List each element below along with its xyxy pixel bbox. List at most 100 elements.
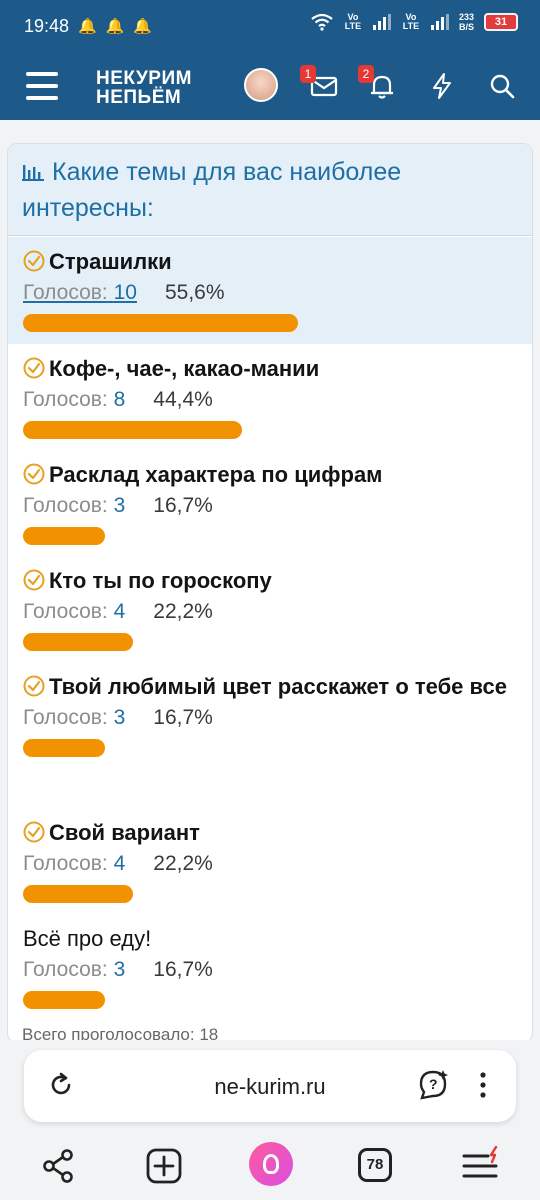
poll-option[interactable]: Кофе-, чае-, какао-мании Голосов: 8 44,4%: [8, 344, 532, 450]
notifications-button[interactable]: 2: [358, 65, 398, 102]
votes-count: 3: [113, 706, 126, 729]
poll-option-bar: [23, 633, 133, 651]
poll-option-bar: [23, 314, 298, 332]
tabs-button[interactable]: 78: [356, 1146, 396, 1186]
network-label-2: Vo LTE: [402, 12, 420, 31]
signal-bars-icon: [372, 14, 391, 30]
poll-option-votes: Голосов: 3 16,7%: [23, 703, 517, 733]
network-speed: 233 B/S: [459, 12, 474, 32]
poll-option-votes: Голосов: 4 22,2%: [23, 849, 517, 879]
votes-link[interactable]: Голосов: 4: [23, 600, 125, 623]
votes-link[interactable]: Голосов: 8: [23, 388, 125, 411]
tabs-count: 78: [358, 1148, 392, 1182]
assistant-chat-icon[interactable]: ?: [416, 1068, 450, 1102]
wifi-icon: [311, 13, 333, 31]
search-button[interactable]: [486, 70, 518, 102]
votes-percent: 44,4%: [153, 388, 213, 411]
poll-option[interactable]: Кто ты по гороскопу Голосов: 4 22,2%: [8, 556, 532, 662]
votes-label: Голосов:: [23, 958, 108, 981]
status-time: 19:48: [24, 16, 70, 36]
poll-option[interactable]: Свой вариант Голосов: 4 22,2%: [8, 808, 532, 914]
network-label-1: Vo LTE: [344, 12, 362, 31]
browser-urlbar-area: ne-kurim.ru ?: [0, 1040, 540, 1130]
browser-bottom-nav: 78: [0, 1130, 540, 1200]
poll-option-text: Свой вариант: [49, 820, 200, 845]
whats-new-button[interactable]: [426, 70, 458, 102]
poll-option-votes: Голосов: 4 22,2%: [23, 597, 517, 627]
votes-link[interactable]: Голосов: 3: [23, 958, 125, 981]
poll-option-votes: Голосов: 10 55,6%: [23, 278, 517, 308]
check-circle-icon: [23, 357, 45, 379]
poll-option-label: Кто ты по гороскопу: [23, 564, 517, 597]
votes-count: 4: [113, 852, 126, 875]
votes-link[interactable]: Голосов: 3: [23, 706, 125, 729]
menu-lines-icon: [462, 1145, 498, 1178]
status-right: Vo LTE Vo LTE 233 B/S 31: [311, 12, 518, 32]
votes-label: Голосов:: [23, 281, 108, 304]
poll-option[interactable]: Расклад характера по цифрам Голосов: 3 16,…: [8, 450, 532, 556]
votes-percent: 55,6%: [164, 281, 225, 304]
poll-option[interactable]: Страшилки Голосов: 10 55,6%: [8, 237, 532, 344]
signal-bars-icon-2: [430, 14, 449, 30]
alice-assistant-button[interactable]: [249, 1142, 293, 1186]
search-icon: [490, 74, 515, 99]
check-circle-icon: [23, 569, 45, 591]
votes-percent: 16,7%: [153, 494, 213, 517]
poll-option[interactable]: Всё про еду! Голосов: 3 16,7%: [8, 914, 532, 1014]
address-bar[interactable]: ne-kurim.ru ?: [24, 1050, 516, 1122]
votes-count: 10: [113, 281, 137, 304]
votes-link[interactable]: Голосов: 4: [23, 852, 125, 875]
poll-title: Какие темы для вас наиболее интересны:: [22, 154, 518, 226]
poll-option-label: Расклад характера по цифрам: [23, 458, 517, 491]
poll-option-label: Страшилки: [23, 245, 517, 278]
poll-header: Какие темы для вас наиболее интересны:: [8, 144, 532, 236]
site-logo[interactable]: НЕКУРИМ НЕПЬЁМ: [96, 69, 192, 107]
poll-option-text: Кто ты по гороскопу: [49, 568, 272, 593]
bar-chart-icon: [22, 165, 44, 181]
menu-button[interactable]: [460, 1145, 500, 1186]
votes-count: 4: [113, 600, 126, 623]
lightning-icon: [433, 73, 451, 99]
poll-option-label: Кофе-, чае-, какао-мании: [23, 352, 517, 385]
poll-option-text: Кофе-, чае-, какао-мании: [49, 356, 320, 381]
menu-icon[interactable]: [26, 72, 58, 102]
poll-title-text: Какие темы для вас наиболее интересны:: [22, 158, 402, 222]
votes-label: Голосов:: [23, 388, 108, 411]
votes-percent: 16,7%: [153, 706, 213, 729]
plus-square-icon: [146, 1148, 182, 1184]
poll-option-text: Расклад характера по цифрам: [49, 462, 383, 487]
notification-bell-icons: 🔔🔔🔔: [78, 18, 162, 35]
poll-option-bar: [23, 991, 105, 1009]
check-circle-icon: [23, 463, 45, 485]
poll-option[interactable]: Твой любимый цвет расскажет о тебе все Го…: [8, 662, 532, 808]
user-avatar[interactable]: [244, 68, 278, 102]
poll-option-votes: Голосов: 3 16,7%: [23, 491, 517, 521]
votes-count: 3: [113, 958, 126, 981]
check-circle-icon: [23, 821, 45, 843]
poll-option-bar: [23, 421, 242, 439]
notifications-badge: 2: [358, 65, 374, 83]
check-circle-icon: [23, 250, 45, 272]
messages-badge: 1: [300, 65, 316, 83]
poll-option-votes: Голосов: 8 44,4%: [23, 385, 517, 415]
mail-button[interactable]: 1: [300, 65, 340, 102]
votes-percent: 22,2%: [153, 852, 213, 875]
share-button[interactable]: [38, 1146, 78, 1186]
new-tab-button[interactable]: [144, 1146, 184, 1186]
votes-link[interactable]: Голосов: 3: [23, 494, 125, 517]
votes-count: 3: [113, 494, 126, 517]
votes-label: Голосов:: [23, 600, 108, 623]
more-options-icon[interactable]: [476, 1070, 490, 1100]
votes-count: 8: [113, 388, 126, 411]
logo-line-2: НЕПЬЁМ: [96, 87, 182, 108]
poll-option-label: Всё про еду!: [23, 922, 517, 955]
votes-label: Голосов:: [23, 494, 108, 517]
speed-unit: B/S: [458, 22, 474, 32]
site-header: НЕКУРИМ НЕПЬЁМ 1 2: [0, 56, 540, 120]
votes-link[interactable]: Голосов: 10: [23, 281, 137, 304]
battery-indicator: 31: [484, 13, 518, 31]
poll-option-bar: [23, 527, 105, 545]
speed-value: 233: [458, 12, 474, 22]
logo-line-1: НЕКУРИМ: [96, 68, 192, 89]
poll-option-bar: [23, 739, 105, 757]
